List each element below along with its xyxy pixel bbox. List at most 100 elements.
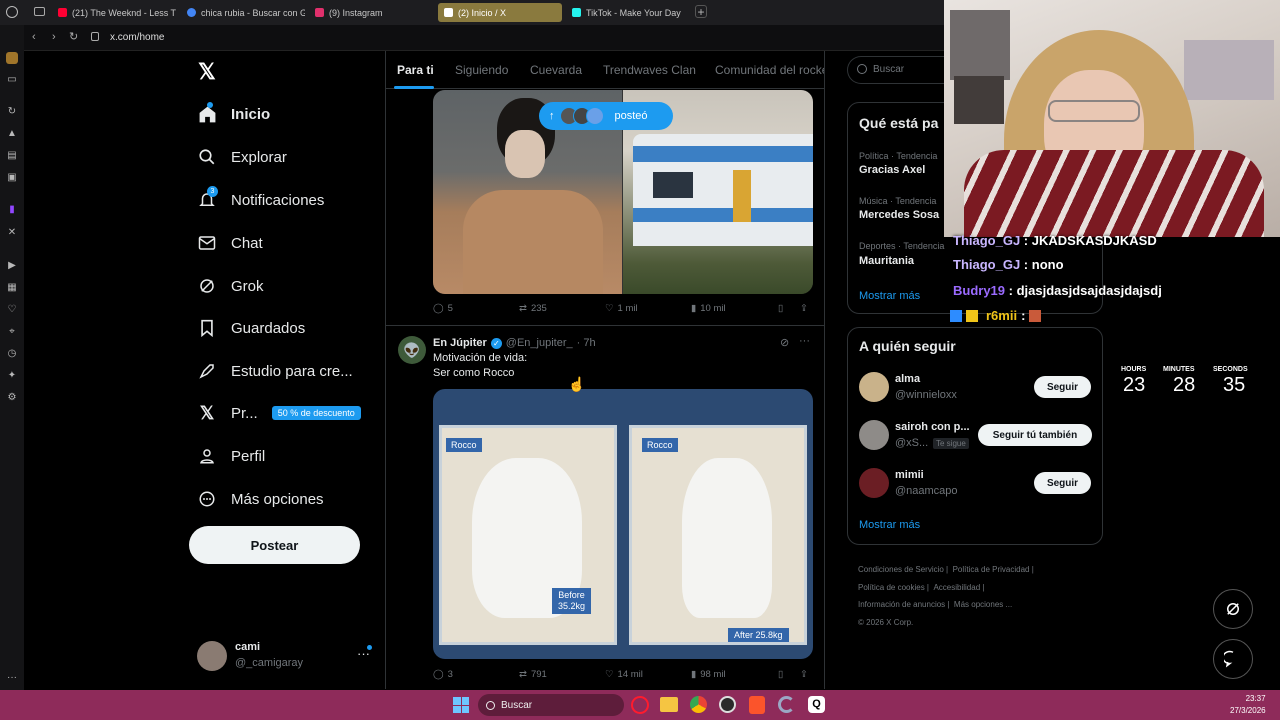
nav-notifications[interactable]: Notificaciones 3 — [197, 186, 324, 210]
search-box[interactable]: Buscar — [847, 56, 957, 84]
tab-instagram[interactable]: (9) Instagram — [309, 3, 433, 22]
footer-link[interactable]: Política de cookies — [858, 583, 925, 592]
avatar[interactable] — [859, 468, 889, 498]
author-name[interactable]: En Júpiter — [433, 337, 487, 349]
tab-google[interactable]: chica rubia - Buscar con G — [181, 3, 305, 22]
repost-button[interactable]: ⇄ 791 — [519, 669, 547, 680]
forward-icon[interactable]: › — [52, 31, 56, 43]
tab-x[interactable]: (2) Inicio / X — [438, 3, 562, 22]
nav-premium[interactable]: 𝕏 Pr... 50 % de descuento — [197, 403, 361, 423]
nav-explore[interactable]: Explorar — [197, 147, 287, 167]
post-time[interactable]: · 7h — [577, 337, 596, 349]
suggest-name[interactable]: sairoh con p... — [895, 421, 970, 433]
share-button[interactable]: ⇪ — [800, 669, 808, 680]
nav-bookmarks[interactable]: Guardados — [197, 318, 305, 338]
messages-fab[interactable] — [1213, 639, 1253, 679]
author-handle[interactable]: @En_jupiter_ — [506, 337, 573, 349]
post2-media[interactable]: Rocco Before 35.2kg Rocco After 25.8kg — [433, 389, 813, 659]
taskbar-search[interactable]: Buscar — [478, 694, 624, 716]
trend-item[interactable]: Gracias Axel — [859, 164, 925, 176]
nav-home[interactable]: Inicio — [197, 102, 270, 124]
post-button[interactable]: Postear — [189, 526, 360, 564]
post-more-icon[interactable]: ··· — [799, 335, 810, 347]
bookmark-button[interactable]: ▯ — [778, 303, 783, 314]
chrome-icon[interactable] — [690, 696, 707, 713]
tab-tiktok[interactable]: TikTok - Make Your Day — [566, 3, 690, 22]
nav-chat[interactable]: Chat — [197, 233, 263, 253]
workspace-icon[interactable]: ▲ — [6, 128, 18, 140]
folder-icon[interactable] — [660, 697, 678, 712]
home-sidebar-icon[interactable] — [6, 52, 18, 64]
settings-icon[interactable]: ⚙ — [6, 392, 18, 404]
bookmark-button[interactable]: ▯ — [778, 669, 783, 680]
grok-fab[interactable] — [1213, 589, 1253, 629]
views-button[interactable]: ▮ 98 mil — [691, 669, 726, 680]
tab-trendwaves[interactable]: Trendwaves Clan — [603, 63, 696, 77]
show-more-trends-link[interactable]: Mostrar más — [859, 290, 920, 302]
tab-comunidad[interactable]: Comunidad del rocke — [715, 63, 824, 77]
pin-icon[interactable]: ⌖ — [6, 326, 18, 338]
reload-icon[interactable]: ↻ — [69, 30, 78, 43]
windows-start-icon[interactable] — [453, 697, 469, 713]
brave-icon[interactable] — [749, 696, 765, 714]
clock[interactable]: 23:37 27/3/2026 — [1230, 693, 1266, 717]
extensions-icon[interactable]: ✦ — [6, 370, 18, 382]
grid-icon[interactable]: ▦ — [6, 282, 18, 294]
repost-button[interactable]: ⇄ 235 — [519, 303, 547, 314]
tab-cuevarda[interactable]: Cuevarda — [530, 63, 582, 77]
new-posts-pill[interactable]: ↑ posteó — [539, 102, 673, 130]
twitch-icon[interactable]: ▮ — [6, 204, 18, 216]
show-more-suggestions-link[interactable]: Mostrar más — [859, 519, 920, 531]
opera-taskbar-icon[interactable] — [631, 696, 649, 714]
author-avatar[interactable]: 👽 — [398, 336, 426, 364]
opera-menu-icon[interactable] — [6, 6, 18, 18]
reply-button[interactable]: ◯ 5 — [433, 303, 453, 314]
suggest-name[interactable]: mimii — [895, 469, 924, 481]
account-switcher[interactable]: cami @_camigaray ··· — [197, 640, 375, 674]
back-icon[interactable]: ‹ — [32, 31, 36, 43]
footer-link[interactable]: Accesibilidad — [933, 583, 980, 592]
app-icon[interactable] — [778, 696, 795, 713]
like-button[interactable]: ♡ 1 mil — [605, 303, 638, 314]
gamepad-icon[interactable]: ▭ — [6, 74, 18, 86]
footer-link[interactable]: Condiciones de Servicio — [858, 565, 944, 574]
grok-post-icon[interactable]: ⊘ — [780, 336, 789, 349]
footer-link[interactable]: Información de anuncios — [858, 600, 945, 609]
nav-grok[interactable]: Grok — [197, 276, 264, 296]
github-icon[interactable] — [719, 696, 736, 713]
new-tab-button[interactable]: + — [695, 5, 707, 19]
footer-link[interactable]: Política de Privacidad — [953, 565, 1030, 574]
x-logo-icon[interactable]: 𝕏 — [198, 59, 216, 85]
suggest-name[interactable]: alma — [895, 373, 920, 385]
app-q-icon[interactable]: Q — [808, 696, 825, 713]
x-sidebar-icon[interactable]: ✕ — [6, 227, 18, 239]
url-field[interactable]: x.com/home — [110, 32, 164, 43]
avatar[interactable] — [859, 420, 889, 450]
follow-button[interactable]: Seguir — [1034, 376, 1091, 398]
search-input[interactable]: Buscar — [873, 64, 904, 75]
nav-more[interactable]: Más opciones — [197, 489, 324, 509]
history-icon[interactable]: ◷ — [6, 348, 18, 360]
trend-item[interactable]: Mauritania — [859, 255, 914, 267]
trend-item[interactable]: Mercedes Sosa — [859, 209, 939, 221]
player-icon[interactable]: ▤ — [6, 150, 18, 162]
tab-for-you[interactable]: Para ti — [397, 63, 434, 77]
nav-profile[interactable]: Perfil — [197, 446, 265, 466]
footer-link[interactable]: Más opciones ... — [954, 600, 1012, 609]
like-button[interactable]: ♡ 14 mil — [605, 669, 643, 680]
share-button[interactable]: ⇪ — [800, 303, 808, 314]
messenger-icon[interactable]: ▣ — [6, 172, 18, 184]
nav-creator-studio[interactable]: Estudio para cre... — [197, 361, 353, 381]
heart-sidebar-icon[interactable]: ♡ — [6, 304, 18, 316]
follow-button[interactable]: Seguir — [1034, 472, 1091, 494]
tab-switcher-icon[interactable] — [34, 7, 45, 16]
more-sidebar-icon[interactable]: ··· — [6, 672, 18, 684]
tab-youtube[interactable]: (21) The Weeknd - Less Th — [52, 3, 176, 22]
views-button[interactable]: ▮ 10 mil — [691, 303, 726, 314]
tab-following[interactable]: Siguiendo — [455, 63, 508, 77]
play-icon[interactable]: ▶ — [6, 260, 18, 272]
reply-button[interactable]: ◯ 3 — [433, 669, 453, 680]
follow-back-button[interactable]: Seguir tú también — [978, 424, 1092, 446]
avatar[interactable] — [859, 372, 889, 402]
aria-icon[interactable]: ↻ — [6, 106, 18, 118]
